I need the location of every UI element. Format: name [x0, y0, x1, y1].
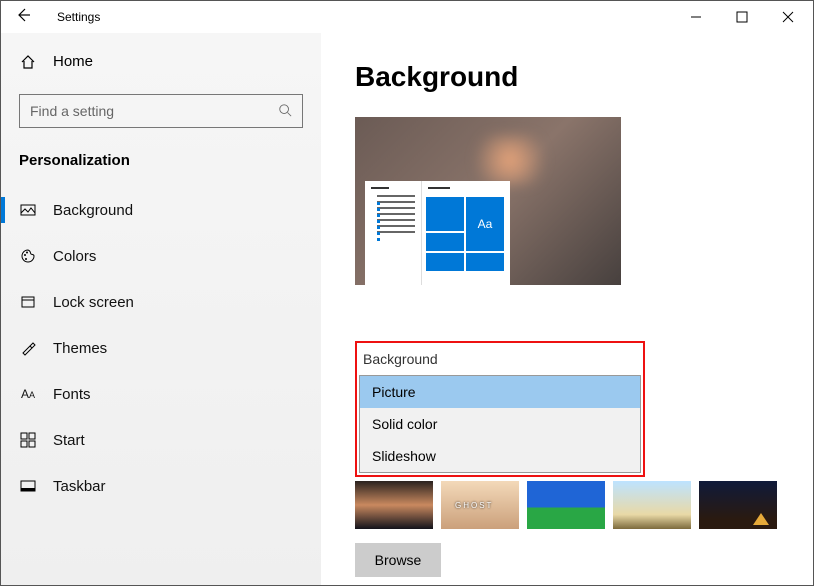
dropdown-label: Background [359, 345, 641, 375]
preview-sample-text: Aa [466, 197, 504, 251]
nav-label: Lock screen [53, 294, 134, 311]
home-link[interactable]: Home [1, 45, 321, 78]
background-preview: Aa [355, 117, 621, 285]
lock-screen-icon [19, 294, 37, 310]
thumbnail-5[interactable] [699, 481, 777, 529]
home-icon [19, 54, 37, 70]
picture-thumbnails [355, 481, 785, 529]
palette-icon [19, 248, 37, 264]
nav-themes[interactable]: Themes [1, 325, 321, 371]
main-panel: Background Aa [321, 33, 813, 585]
highlight-annotation: Background Picture Solid color Slideshow [355, 341, 645, 477]
minimize-button[interactable] [673, 1, 719, 33]
search-icon [278, 103, 292, 120]
window-title: Settings [57, 10, 100, 24]
search-input[interactable]: Find a setting [19, 94, 303, 128]
thumbnail-1[interactable] [355, 481, 433, 529]
taskbar-icon [19, 480, 37, 492]
search-placeholder: Find a setting [30, 103, 114, 119]
picture-icon [19, 202, 37, 218]
nav-fonts[interactable]: AA Fonts [1, 371, 321, 417]
dropdown-option-picture[interactable]: Picture [360, 376, 640, 408]
nav-label: Background [53, 202, 133, 219]
title-bar: Settings [1, 1, 813, 33]
page-title: Background [355, 61, 779, 93]
thumbnail-3[interactable] [527, 481, 605, 529]
dropdown-option-solid-color[interactable]: Solid color [360, 408, 640, 440]
sidebar: Home Find a setting Personalization Back… [1, 33, 321, 585]
maximize-button[interactable] [719, 1, 765, 33]
section-title: Personalization [1, 146, 321, 187]
browse-button[interactable]: Browse [355, 543, 441, 577]
nav-background[interactable]: Background [1, 187, 321, 233]
start-icon [19, 433, 37, 447]
nav-label: Taskbar [53, 478, 106, 495]
themes-icon [19, 340, 37, 356]
nav-list: Background Colors Lock screen Themes AA … [1, 187, 321, 509]
preview-mock-window: Aa [365, 181, 510, 285]
nav-start[interactable]: Start [1, 417, 321, 463]
nav-label: Start [53, 432, 85, 449]
nav-colors[interactable]: Colors [1, 233, 321, 279]
nav-label: Themes [53, 340, 107, 357]
settings-window: Settings Home Find a setting Personaliza… [0, 0, 814, 586]
thumbnail-4[interactable] [613, 481, 691, 529]
nav-lock-screen[interactable]: Lock screen [1, 279, 321, 325]
nav-label: Fonts [53, 386, 91, 403]
dropdown-option-slideshow[interactable]: Slideshow [360, 440, 640, 472]
nav-label: Colors [53, 248, 96, 265]
nav-taskbar[interactable]: Taskbar [1, 463, 321, 509]
thumbnail-2[interactable] [441, 481, 519, 529]
back-button[interactable] [15, 7, 31, 28]
home-label: Home [53, 53, 93, 70]
close-button[interactable] [765, 1, 811, 33]
background-dropdown[interactable]: Picture Solid color Slideshow [359, 375, 641, 473]
fonts-icon: AA [19, 387, 37, 401]
